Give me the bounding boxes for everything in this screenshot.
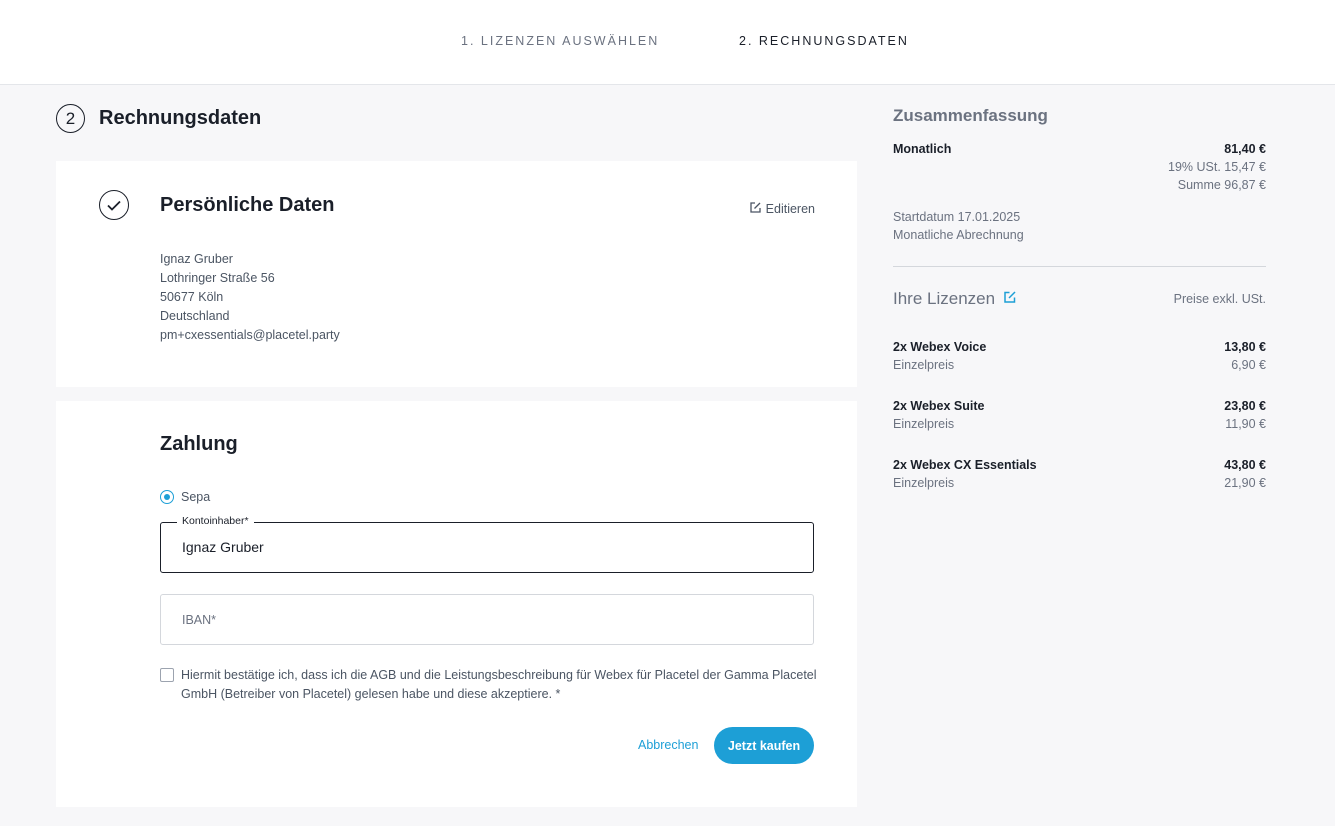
- edit-personal-data-button[interactable]: Editieren: [749, 201, 815, 217]
- total-line: Summe 96,87 €: [1177, 178, 1266, 192]
- license-item: 2x Webex Suite 23,80 € Einzelpreis 11,90…: [893, 399, 1266, 431]
- iban-input[interactable]: [182, 611, 782, 627]
- edit-label: Editieren: [765, 202, 815, 216]
- account-owner-field: Kontoinhaber*: [160, 515, 814, 573]
- billing-cycle: Monatliche Abrechnung: [893, 228, 1024, 242]
- step-billing-data: 2. RECHNUNGSDATEN: [739, 34, 909, 48]
- payment-title: Zahlung: [160, 433, 238, 455]
- checkout-steps-bar: 1. LIZENZEN AUSWÄHLEN 2. RECHNUNGSDATEN: [0, 0, 1335, 85]
- iban-field: [160, 594, 814, 645]
- cancel-button[interactable]: Abbrechen: [638, 738, 698, 752]
- license-unit-price: 21,90 €: [1224, 476, 1266, 490]
- checkmark-circle-icon: [99, 190, 129, 220]
- summary-period-row: Monatlich 81,40 €: [893, 142, 1266, 156]
- licenses-title: Ihre Lizenzen: [893, 289, 996, 308]
- terms-checkbox[interactable]: [160, 668, 174, 682]
- license-unit-label: Einzelpreis: [893, 417, 955, 431]
- edit-licenses-icon[interactable]: [1003, 289, 1017, 309]
- license-item: 2x Webex Voice 13,80 € Einzelpreis 6,90 …: [893, 340, 1266, 372]
- license-unit-price: 11,90 €: [1225, 417, 1266, 431]
- buy-now-button[interactable]: Jetzt kaufen: [714, 727, 814, 764]
- section-heading: 2 Rechnungsdaten: [56, 104, 261, 133]
- personal-data-title: Persönliche Daten: [160, 194, 335, 216]
- personal-data-card: Persönliche Daten Editieren Ignaz Gruber…: [56, 161, 857, 387]
- price-note: Preise exkl. USt.: [1173, 292, 1266, 306]
- licenses-title-group: Ihre Lizenzen: [893, 289, 1017, 309]
- customer-email: pm+cxessentials@placetel.party: [160, 328, 340, 342]
- account-owner-input[interactable]: [182, 539, 782, 555]
- license-unit-label: Einzelpreis: [893, 358, 955, 372]
- period-label: Monatlich: [893, 142, 952, 156]
- license-name: 2x Webex Suite: [893, 399, 985, 413]
- summary-divider: [893, 266, 1266, 267]
- license-item: 2x Webex CX Essentials 43,80 € Einzelpre…: [893, 458, 1266, 490]
- address-block: Ignaz Gruber Lothringer Straße 56 50677 …: [160, 250, 340, 345]
- sepa-label: Sepa: [181, 490, 211, 504]
- page-title: Rechnungsdaten: [99, 107, 262, 129]
- step-number-badge: 2: [56, 104, 85, 133]
- radio-selected-dot: [164, 494, 170, 500]
- customer-city: 50677 Köln: [160, 290, 224, 304]
- license-total: 43,80 €: [1224, 458, 1266, 472]
- period-amount: 81,40 €: [1224, 142, 1266, 156]
- start-date: Startdatum 17.01.2025: [893, 210, 1021, 224]
- license-unit-price: 6,90 €: [1231, 358, 1266, 372]
- summary-title: Zusammenfassung: [893, 106, 1048, 125]
- customer-street: Lothringer Straße 56: [160, 271, 275, 285]
- payment-card: Zahlung Sepa Kontoinhaber* Hiermit bestä…: [56, 401, 857, 807]
- account-owner-label: Kontoinhaber*: [177, 515, 254, 527]
- license-total: 23,80 €: [1224, 399, 1266, 413]
- licenses-header: Ihre Lizenzen Preise exkl. USt.: [893, 289, 1266, 309]
- customer-country: Deutschland: [160, 309, 230, 323]
- license-total: 13,80 €: [1224, 340, 1266, 354]
- terms-consent-text: Hiermit bestätige ich, dass ich die AGB …: [181, 668, 817, 701]
- payment-method-sepa-option[interactable]: Sepa: [160, 490, 210, 504]
- customer-name: Ignaz Gruber: [160, 252, 233, 266]
- step-select-licenses[interactable]: 1. LIZENZEN AUSWÄHLEN: [461, 34, 659, 48]
- license-name: 2x Webex Voice: [893, 340, 987, 354]
- terms-consent: Hiermit bestätige ich, dass ich die AGB …: [160, 666, 820, 704]
- sepa-radio[interactable]: [160, 490, 174, 504]
- vat-line: 19% USt. 15,47 €: [1168, 160, 1266, 174]
- order-summary: Zusammenfassung Monatlich 81,40 € 19% US…: [893, 106, 1266, 242]
- license-unit-label: Einzelpreis: [893, 476, 955, 490]
- license-name: 2x Webex CX Essentials: [893, 458, 1037, 472]
- edit-icon: [749, 201, 762, 217]
